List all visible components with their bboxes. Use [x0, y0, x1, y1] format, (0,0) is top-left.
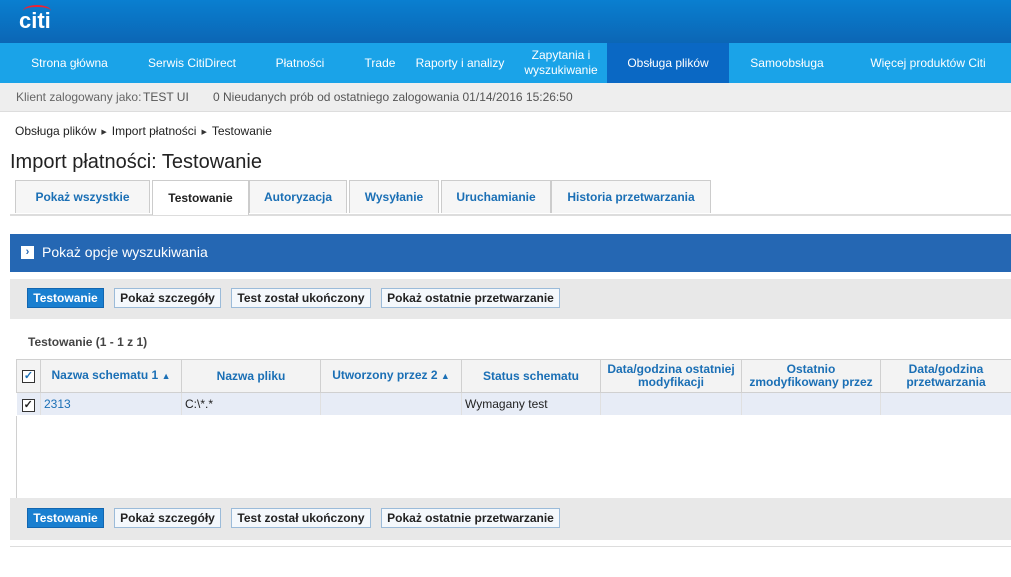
sort-asc-icon: ▲ — [161, 371, 171, 381]
search-options-label: Pokaż opcje wyszukiwania — [42, 244, 208, 260]
testing-button[interactable]: Testowanie — [27, 288, 104, 308]
nav-item[interactable]: Serwis CitiDirect — [139, 43, 245, 83]
search-options-toggle[interactable]: › Pokaż opcje wyszukiwania — [10, 234, 1011, 272]
cell-file: C:\*.* — [181, 392, 321, 415]
row-checkbox[interactable]: ✓ — [21, 398, 35, 412]
breadcrumb-item[interactable]: Obsługa plików — [15, 124, 96, 138]
tab-sending[interactable]: Wysyłanie — [349, 180, 439, 213]
divider — [10, 546, 1011, 547]
column-header-file[interactable]: Nazwa pliku — [181, 359, 321, 393]
citi-logo[interactable]: citi — [19, 5, 51, 34]
breadcrumb-separator-icon: ▶ — [101, 129, 107, 136]
test-completed-button-bottom[interactable]: Test został ukończony — [231, 508, 371, 528]
tab-show-all[interactable]: Pokaż wszystkie — [15, 180, 150, 213]
show-recent-processing-button-bottom[interactable]: Pokaż ostatnie przetwarzanie — [381, 508, 560, 528]
top-header: citi — [0, 0, 1011, 43]
nav-item[interactable]: Płatności — [245, 43, 355, 83]
cell-modified-by — [741, 392, 881, 415]
column-header-modified-by[interactable]: Ostatnio zmodyfikowany przez — [741, 359, 881, 393]
column-header-created-by[interactable]: Utworzony przez 2 ▲ — [320, 359, 462, 393]
breadcrumb-item[interactable]: Import płatności — [112, 124, 197, 138]
cell-modified — [600, 392, 742, 415]
show-recent-processing-button[interactable]: Pokaż ostatnie przetwarzanie — [381, 288, 560, 308]
nav-item[interactable]: Więcej produktów Citi — [845, 43, 1011, 83]
table-empty-area — [16, 416, 1011, 498]
cell-status: Wymagany test — [461, 392, 601, 415]
cell-processed — [880, 392, 1011, 415]
test-completed-button[interactable]: Test został ukończony — [231, 288, 371, 308]
tab-processing-history[interactable]: Historia przetwarzania — [551, 180, 711, 213]
tab-authorization[interactable]: Autoryzacja — [249, 180, 347, 213]
tab-running[interactable]: Uruchamianie — [441, 180, 551, 213]
cell-created-by — [320, 392, 462, 415]
logged-in-label: Klient zalogowany jako: — [16, 90, 142, 104]
failed-login-info: 0 Nieudanych prób od ostatniego zalogowa… — [213, 90, 573, 104]
show-details-button[interactable]: Pokaż szczegóły — [114, 288, 221, 308]
nav-item[interactable]: Trade — [355, 43, 405, 83]
chevron-right-icon: › — [21, 246, 34, 259]
select-all-checkbox[interactable]: ✓ — [22, 370, 35, 383]
session-info-bar: Klient zalogowany jako: TEST UI 0 Nieuda… — [0, 83, 1011, 112]
results-count: Testowanie (1 - 1 z 1) — [28, 335, 148, 349]
nav-item[interactable]: Obsługa plików — [607, 43, 729, 83]
column-header-processed[interactable]: Data/godzina przetwarzania — [880, 359, 1011, 393]
breadcrumb-separator-icon: ▶ — [201, 129, 207, 136]
show-details-button-bottom[interactable]: Pokaż szczegóły — [114, 508, 221, 528]
sort-asc-icon: ▲ — [440, 371, 450, 381]
tab-testing[interactable]: Testowanie — [152, 180, 249, 215]
table-row[interactable]: ✓ 2313 C:\*.* Wymagany test — [16, 392, 1011, 415]
table-header-row: ✓ Nazwa schematu 1 ▲ Nazwa pliku Utworzo… — [16, 359, 1011, 393]
page-title: Import płatności: Testowanie — [10, 151, 262, 173]
results-table: ✓ Nazwa schematu 1 ▲ Nazwa pliku Utworzo… — [16, 359, 1011, 415]
row-select[interactable]: ✓ — [16, 392, 41, 415]
cell-schema-link[interactable]: 2313 — [40, 392, 182, 415]
main-nav: Strona główna Serwis CitiDirect Płatności T… — [0, 43, 1011, 83]
tab-strip: Pokaż wszystkie Testowanie Autoryzacja W… — [10, 180, 1011, 216]
nav-item[interactable]: Zapytania i wyszukiwanie — [515, 43, 607, 83]
testing-button-bottom[interactable]: Testowanie — [27, 508, 104, 528]
nav-item[interactable]: Raporty i analizy — [405, 43, 515, 83]
column-header-schema[interactable]: Nazwa schematu 1 ▲ — [40, 359, 182, 393]
nav-item[interactable]: Samoobsługa — [729, 43, 845, 83]
select-all-header[interactable]: ✓ — [16, 359, 41, 393]
logged-in-user: TEST UI — [143, 90, 189, 104]
column-header-modified[interactable]: Data/godzina ostatniej modyfikacji — [600, 359, 742, 393]
breadcrumb-item: Testowanie — [211, 124, 272, 138]
nav-item[interactable]: Strona główna — [0, 43, 139, 83]
column-header-status[interactable]: Status schematu — [461, 359, 601, 393]
breadcrumb: Obsługa plików ▶ Import płatności ▶ Testowan… — [15, 124, 272, 138]
